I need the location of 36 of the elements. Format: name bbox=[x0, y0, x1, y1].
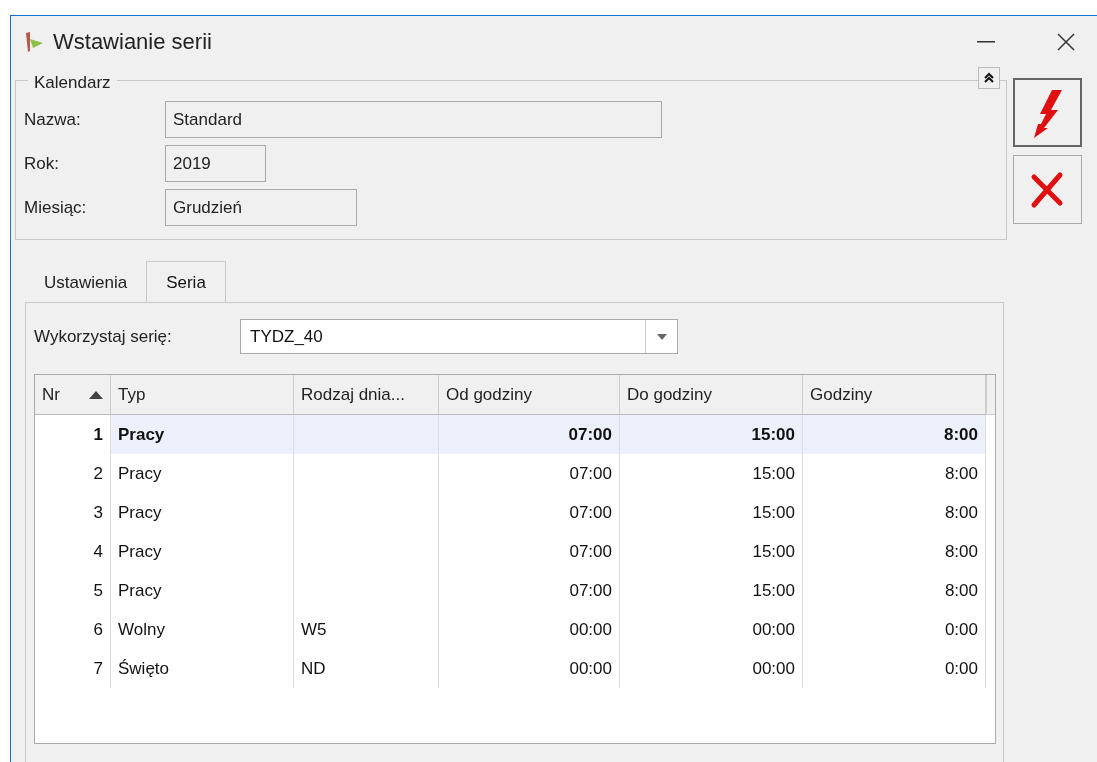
text-field[interactable]: 2019 bbox=[165, 145, 266, 182]
close-icon[interactable] bbox=[1057, 32, 1075, 51]
table-cell: Pracy bbox=[111, 415, 294, 454]
table-cell: 15:00 bbox=[620, 415, 803, 454]
table-row[interactable]: 6 Wolny W5 00:00 00:00 0:00 bbox=[35, 610, 986, 649]
text-field[interactable]: Standard bbox=[165, 101, 662, 138]
table-row[interactable]: 3 Pracy 07:00 15:00 8:00 bbox=[35, 493, 986, 532]
minimize-icon[interactable] bbox=[977, 40, 995, 43]
column-header[interactable]: Rodzaj dnia... bbox=[294, 375, 439, 414]
field-label: Wykorzystaj serię: bbox=[34, 325, 173, 348]
table-row[interactable]: 7 Święto ND 00:00 00:00 0:00 bbox=[35, 649, 986, 688]
series-dropdown[interactable]: TYDZ_40 bbox=[240, 319, 678, 354]
lightning-icon bbox=[1032, 87, 1062, 138]
table-row[interactable]: 5 Pracy 07:00 15:00 8:00 bbox=[35, 571, 986, 610]
field-label: Rok: bbox=[24, 152, 60, 175]
tab[interactable]: Seria bbox=[146, 261, 226, 303]
column-header[interactable]: Typ bbox=[111, 375, 294, 414]
table-row[interactable]: 4 Pracy 07:00 15:00 8:00 bbox=[35, 532, 986, 571]
cancel-button[interactable] bbox=[1012, 155, 1082, 224]
execute-button[interactable] bbox=[1012, 78, 1082, 147]
dropdown-arrow-icon bbox=[656, 333, 667, 340]
field-label: Nazwa: bbox=[24, 108, 82, 131]
column-header[interactable]: Od godziny bbox=[439, 375, 620, 414]
double-chevron-up-icon bbox=[983, 72, 995, 84]
column-header[interactable]: Nr bbox=[35, 375, 111, 414]
app-icon bbox=[23, 30, 45, 53]
table-cell: 8:00 bbox=[803, 415, 986, 454]
table-cell: 07:00 bbox=[439, 415, 620, 454]
field-label: Miesiąc: bbox=[24, 196, 88, 219]
table-row[interactable]: 2 Pracy 07:00 15:00 8:00 bbox=[35, 454, 986, 493]
collapse-button[interactable] bbox=[978, 67, 1000, 89]
table-row[interactable]: 1 Pracy 07:00 15:00 8:00 bbox=[35, 415, 986, 454]
window-title: Wstawianie serii bbox=[53, 28, 212, 56]
tab[interactable]: Ustawienia bbox=[25, 264, 147, 302]
text-field[interactable]: Grudzień bbox=[165, 189, 357, 226]
column-header[interactable]: Do godziny bbox=[620, 375, 803, 414]
